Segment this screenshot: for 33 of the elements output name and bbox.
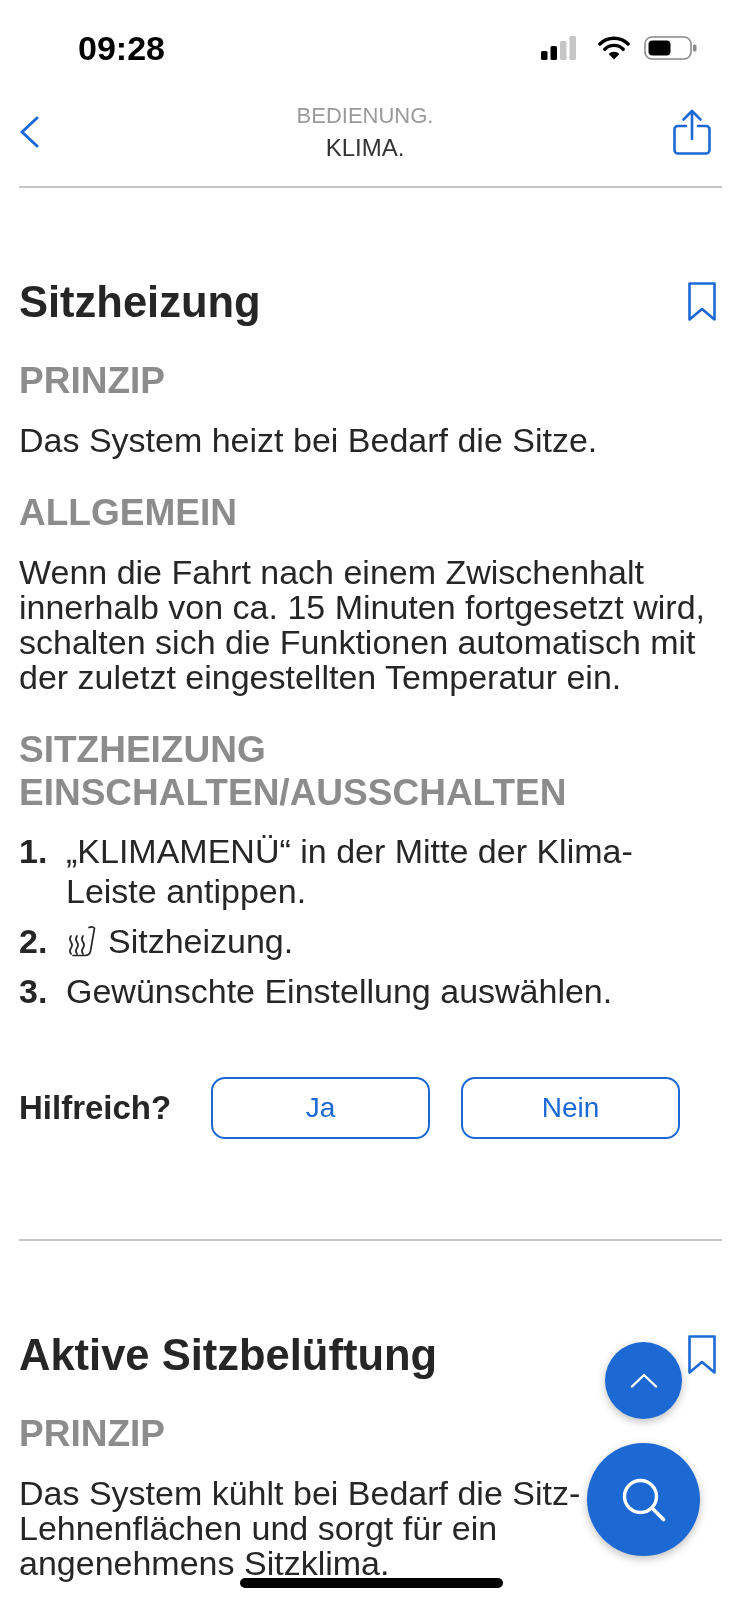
share-icon[interactable]: [673, 109, 711, 155]
search-button[interactable]: [587, 1443, 700, 1556]
chevron-up-icon: [629, 1373, 658, 1388]
subsection-heading: PRINZIP: [19, 359, 166, 402]
section-title: Sitzheizung: [19, 278, 261, 326]
body-paragraph: Das System heizt bei Bedarf die Sitze.: [19, 423, 599, 458]
back-icon[interactable]: [19, 116, 39, 148]
body-paragraph: Wenn die Fahrt nach einem Zwischenhalt innerhalb von ca. 15 Minuten fortgesetzt wird, schalten sich die Funktionen automatisch mit der zuletzt eingestellten Temperatur ein.: [19, 555, 707, 695]
signal-icon: [541, 36, 576, 60]
search-icon: [621, 1477, 666, 1522]
bookmark-icon[interactable]: [688, 1335, 716, 1375]
subsection-heading: PRINZIP: [19, 1412, 166, 1455]
battery-icon: [644, 36, 697, 60]
step-number: 2.: [19, 921, 49, 961]
step-number: 3.: [19, 971, 49, 1011]
seat-heating-icon: [66, 925, 96, 957]
step-text: Gewünschte Einstellung auswählen.: [66, 971, 613, 1011]
breadcrumb-title: BEDIENUNG.: [296, 102, 434, 130]
body-paragraph: Das System kühlt bei Bedarf die Sitz- Lehnenflächen und sorgt für ein angenehmens Sitzklima.: [19, 1476, 582, 1581]
step-text: Sitzheizung.: [108, 921, 294, 961]
subsection-heading: ALLGEMEIN: [19, 491, 238, 534]
feedback-question: Hilfreich?: [19, 1088, 173, 1128]
scroll-top-button[interactable]: [605, 1342, 682, 1419]
subsection-heading: SITZHEIZUNG EINSCHALTEN/AUSSCHALTEN: [19, 728, 568, 814]
feedback-button[interactable]: Nein: [461, 1077, 680, 1139]
wifi-icon: [598, 36, 630, 60]
status-time: 09:28: [78, 29, 165, 67]
step-text: „KLIMAMENÜ“ in der Mitte der Klima-Leiste antippen.: [66, 831, 634, 911]
step-number: 1.: [19, 831, 49, 871]
page-title: KLIMA.: [325, 133, 405, 163]
bookmark-icon[interactable]: [688, 282, 716, 322]
section-title: Aktive Sitzbelüftung: [19, 1331, 438, 1379]
feedback-button[interactable]: Ja: [211, 1077, 430, 1139]
